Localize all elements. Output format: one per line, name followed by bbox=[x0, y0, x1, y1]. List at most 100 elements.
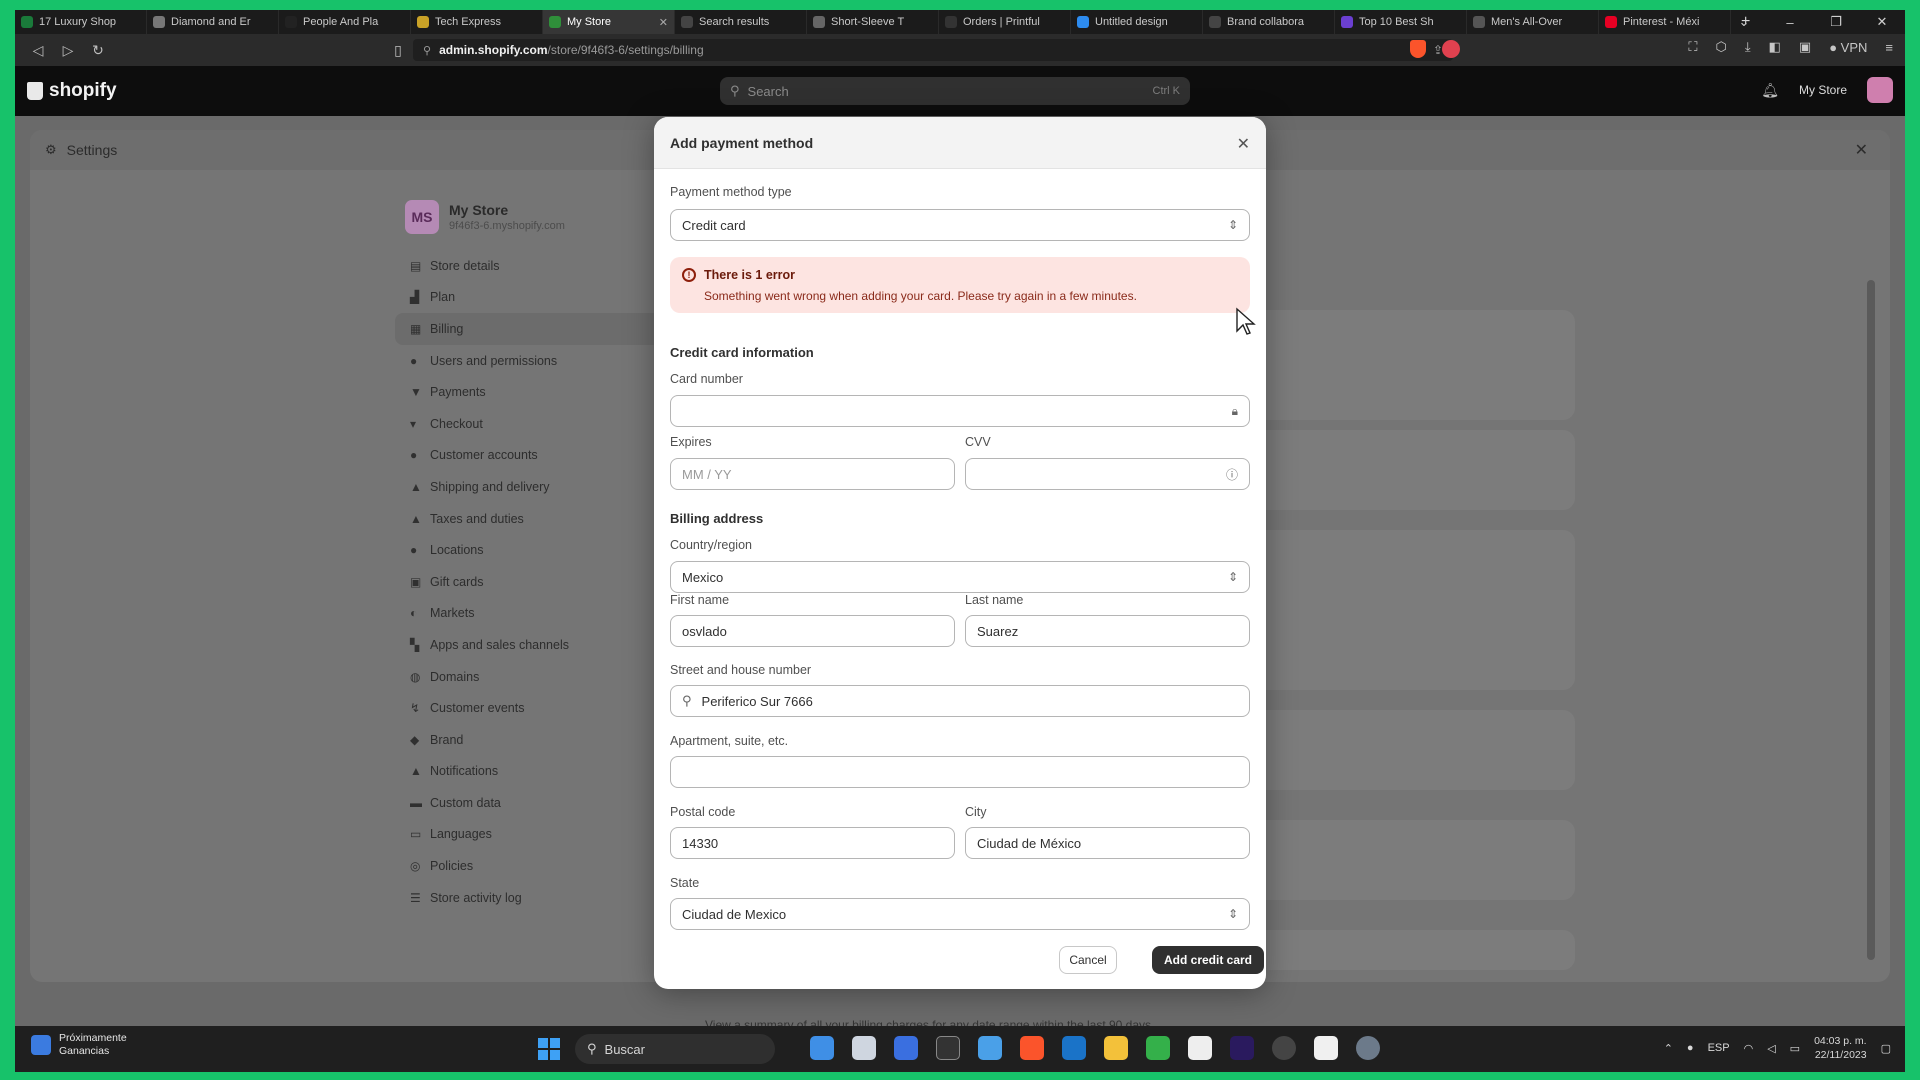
restore-icon[interactable]: ❐ bbox=[1813, 10, 1859, 34]
settings-nav-item[interactable]: ▲ Shipping and delivery bbox=[395, 471, 665, 503]
country-select[interactable]: Mexico ⇕ bbox=[670, 561, 1250, 593]
wallet-icon[interactable]: ▣ bbox=[1799, 39, 1811, 55]
store-avatar[interactable] bbox=[1867, 77, 1893, 103]
tab-search-chevron-icon[interactable]: ⌄ bbox=[1721, 10, 1767, 34]
settings-nav-item[interactable]: ● Customer accounts bbox=[395, 440, 665, 472]
bookmark-icon[interactable]: ▯ bbox=[383, 42, 413, 59]
back-icon[interactable]: ◁ bbox=[23, 42, 53, 59]
city-input[interactable]: Ciudad de México bbox=[965, 827, 1250, 859]
app-icon-taskview[interactable] bbox=[852, 1036, 876, 1060]
taskbar-search[interactable]: ⚲ Buscar bbox=[575, 1034, 775, 1064]
postal-code-input[interactable]: 14330 bbox=[670, 827, 955, 859]
settings-scrollbar[interactable] bbox=[1867, 280, 1875, 960]
expires-input[interactable]: MM / YY bbox=[670, 458, 955, 490]
clock[interactable]: 04:03 p. m. 22/11/2023 bbox=[1814, 1034, 1867, 1062]
url-bar[interactable]: ⚲ admin.shopify.com /store/9f46f3-6/sett… bbox=[413, 39, 1453, 61]
store-menu-label[interactable]: My Store bbox=[1799, 83, 1847, 97]
translate-icon[interactable]: ⛶ bbox=[1688, 39, 1697, 55]
app-icon-brave[interactable] bbox=[1020, 1036, 1044, 1060]
browser-tab[interactable]: People And Pla bbox=[279, 10, 411, 34]
app-icon-copilot[interactable] bbox=[810, 1036, 834, 1060]
browser-tab[interactable]: My Store ✕ bbox=[543, 10, 675, 34]
settings-nav-item[interactable]: ▬ Custom data bbox=[395, 787, 665, 819]
browser-tab[interactable]: Untitled design bbox=[1071, 10, 1203, 34]
app-icon-outlook[interactable] bbox=[1062, 1036, 1086, 1060]
settings-nav-item[interactable]: ▼ Payments bbox=[395, 376, 665, 408]
cvv-input[interactable]: ⓘ bbox=[965, 458, 1250, 490]
settings-nav-item[interactable]: ● Users and permissions bbox=[395, 345, 665, 377]
notification-bell-icon[interactable]: 🔔︎ bbox=[1761, 82, 1779, 99]
settings-nav-item[interactable]: ▣ Gift cards bbox=[395, 566, 665, 598]
download-icon[interactable]: ⤓ bbox=[1745, 39, 1751, 55]
settings-nav-item[interactable]: ▤ Store details bbox=[395, 250, 665, 282]
settings-nav-item[interactable]: ▭ Languages bbox=[395, 819, 665, 851]
app-icon-mail[interactable] bbox=[978, 1036, 1002, 1060]
settings-nav-item[interactable]: ◆ Brand bbox=[395, 724, 665, 756]
shopify-logo[interactable]: shopify bbox=[27, 80, 117, 102]
street-input[interactable]: ⚲ Periferico Sur 7666 bbox=[670, 685, 1250, 717]
menu-icon[interactable]: ≡ bbox=[1885, 40, 1893, 55]
last-name-input[interactable]: Suarez bbox=[965, 615, 1250, 647]
volume-icon[interactable]: ◁ bbox=[1767, 1042, 1775, 1055]
modal-close-icon[interactable]: ✕ bbox=[1237, 134, 1250, 154]
settings-nav-item[interactable]: ● Locations bbox=[395, 534, 665, 566]
settings-nav-item[interactable]: ↯ Customer events bbox=[395, 692, 665, 724]
settings-nav-item[interactable]: ◎ Policies bbox=[395, 850, 665, 882]
forward-icon[interactable]: ▷ bbox=[53, 42, 83, 59]
browser-tab[interactable]: Men's All-Over bbox=[1467, 10, 1599, 34]
settings-nav-item[interactable]: ▾ Checkout bbox=[395, 408, 665, 440]
state-select[interactable]: Ciudad de Mexico ⇕ bbox=[670, 898, 1250, 930]
close-window-icon[interactable]: ✕ bbox=[1859, 10, 1905, 34]
browser-tab[interactable]: 17 Luxury Shop bbox=[15, 10, 147, 34]
cancel-button[interactable]: Cancel bbox=[1059, 946, 1117, 974]
settings-nav-item[interactable]: ▲ Taxes and duties bbox=[395, 503, 665, 535]
tray-chevron-icon[interactable]: ⌃ bbox=[1664, 1042, 1673, 1055]
settings-nav-item[interactable]: ◐ Markets bbox=[395, 598, 665, 630]
extensions-icon[interactable]: ⬡ bbox=[1716, 39, 1727, 55]
first-name-input[interactable]: osvlado bbox=[670, 615, 955, 647]
windows-start-icon[interactable] bbox=[538, 1038, 560, 1060]
payment-type-select[interactable]: Credit card ⇕ bbox=[670, 209, 1250, 241]
tab-close-icon[interactable]: ✕ bbox=[655, 16, 668, 29]
browser-tab[interactable]: Short-Sleeve T bbox=[807, 10, 939, 34]
app-icon-github[interactable] bbox=[936, 1036, 960, 1060]
browser-tab[interactable]: Pinterest - Méxi bbox=[1599, 10, 1731, 34]
notifications-icon[interactable]: ▢ bbox=[1881, 1042, 1891, 1055]
brave-shield-icon[interactable] bbox=[1410, 40, 1426, 58]
card-number-input[interactable]: 🔒︎ bbox=[670, 395, 1250, 427]
settings-nav-item[interactable]: ▟ Plan bbox=[395, 282, 665, 314]
widgets-button[interactable]: Próximamente Ganancias bbox=[31, 1032, 127, 1058]
battery-icon[interactable]: ▭ bbox=[1790, 1042, 1800, 1055]
app-icon-store[interactable] bbox=[1314, 1036, 1338, 1060]
apartment-input[interactable] bbox=[670, 756, 1250, 788]
brave-rewards-icon[interactable] bbox=[1442, 40, 1460, 58]
app-icon-explorer[interactable] bbox=[1104, 1036, 1128, 1060]
app-icon-capcut[interactable] bbox=[1188, 1036, 1212, 1060]
mic-icon[interactable]: ● bbox=[1687, 1042, 1694, 1054]
browser-tab[interactable]: Orders | Printful bbox=[939, 10, 1071, 34]
settings-nav-item[interactable]: ▚ Apps and sales channels bbox=[395, 629, 665, 661]
browser-tab[interactable]: Tech Express bbox=[411, 10, 543, 34]
app-icon-premiere[interactable] bbox=[1230, 1036, 1254, 1060]
vpn-button[interactable]: ● VPN bbox=[1829, 40, 1867, 55]
app-icon-vscode[interactable] bbox=[894, 1036, 918, 1060]
app-icon-settings[interactable] bbox=[1356, 1036, 1380, 1060]
browser-tab[interactable]: Diamond and Er bbox=[147, 10, 279, 34]
add-credit-card-button[interactable]: Add credit card bbox=[1152, 946, 1264, 974]
wifi-icon[interactable]: ◠ bbox=[1744, 1042, 1754, 1055]
input-language[interactable]: ESP bbox=[1708, 1042, 1730, 1054]
app-icon-camtasia[interactable] bbox=[1146, 1036, 1170, 1060]
settings-nav-item[interactable]: ▦ Billing bbox=[395, 313, 665, 345]
browser-tab[interactable]: Brand collabora bbox=[1203, 10, 1335, 34]
minimize-icon[interactable]: – bbox=[1767, 10, 1813, 34]
sidebar-icon[interactable]: ◧ bbox=[1769, 39, 1781, 55]
settings-nav-item[interactable]: ◍ Domains bbox=[395, 661, 665, 693]
settings-nav-item[interactable]: ☰ Store activity log bbox=[395, 882, 665, 914]
browser-tab[interactable]: Top 10 Best Sh bbox=[1335, 10, 1467, 34]
app-icon-obs[interactable] bbox=[1272, 1036, 1296, 1060]
site-info-icon[interactable]: ⚲ bbox=[423, 44, 431, 57]
settings-nav-item[interactable]: ▲ Notifications bbox=[395, 756, 665, 788]
browser-tab[interactable]: Search results bbox=[675, 10, 807, 34]
reload-icon[interactable]: ↻ bbox=[83, 42, 113, 59]
admin-search-input[interactable]: ⚲ Search Ctrl K bbox=[720, 77, 1190, 105]
